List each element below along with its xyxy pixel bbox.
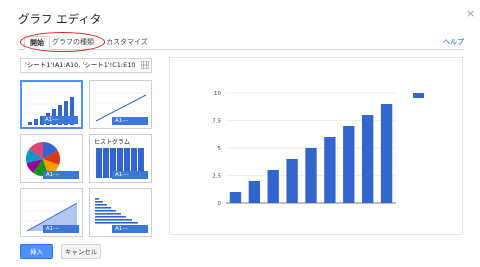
chart-bar (305, 148, 317, 203)
chart-thumb-bar[interactable]: A1--- (89, 188, 152, 237)
close-icon[interactable]: × (466, 7, 475, 20)
y-tick-label: 2.5 (212, 174, 221, 180)
chart-bar (267, 170, 279, 203)
chart-bar (343, 126, 355, 203)
chart-thumb-badge: A1--- (112, 171, 148, 179)
legend-swatch (413, 93, 424, 98)
y-tick-label: 5 (218, 146, 222, 152)
chart-thumb-badge: A1--- (43, 225, 79, 233)
cancel-button[interactable]: キャンセル (61, 244, 101, 259)
y-tick-label: 0 (218, 201, 222, 207)
help-link[interactable]: ヘルプ (443, 37, 464, 47)
chart-bar (229, 192, 242, 203)
chart-preview-svg: 0 2.5 5 7.5 10 (212, 91, 424, 207)
chart-thumb-badge: A1--- (43, 171, 79, 179)
chart-thumb-area[interactable]: A1--- (20, 188, 83, 237)
chart-thumb-badge: A1--- (112, 117, 148, 125)
chart-thumb-histogram[interactable]: ヒストグラム A1--- (89, 134, 152, 183)
chart-bar (248, 181, 260, 203)
chart-bar (362, 115, 374, 203)
chart-bar (324, 137, 336, 203)
annotation-circle (20, 32, 105, 52)
chart-thumb-badge: A1--- (112, 225, 148, 233)
histogram-label: ヒストグラム (94, 139, 130, 146)
insert-button[interactable]: 挿入 (20, 244, 53, 259)
grid-select-icon[interactable] (141, 61, 149, 69)
chart-preview: 0 2.5 5 7.5 10 (169, 57, 463, 235)
tab-customize[interactable]: カスタマイズ (106, 36, 148, 48)
data-range-value: 'シート1'!A1:A10, 'シート1'!C1:E10 (25, 61, 136, 69)
y-tick-label: 10 (214, 91, 221, 97)
chart-bar (380, 104, 393, 203)
chart-thumb-badge: A1--- (42, 116, 78, 124)
dialog-title: グラフ エディタ (18, 12, 102, 26)
y-tick-label: 7.5 (212, 119, 221, 125)
chart-thumb-line[interactable]: A1--- (89, 80, 152, 129)
chart-thumb-pie[interactable]: A1--- (20, 134, 83, 183)
chart-thumb-column[interactable]: A1--- (20, 80, 83, 129)
data-range-field[interactable]: 'シート1'!A1:A10, 'シート1'!C1:E10 (20, 58, 152, 73)
chart-bar (286, 159, 298, 203)
